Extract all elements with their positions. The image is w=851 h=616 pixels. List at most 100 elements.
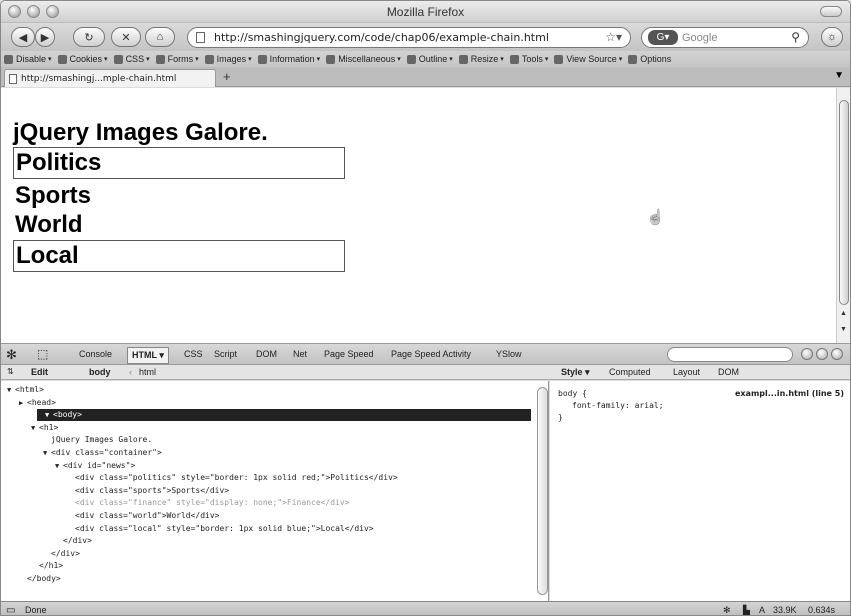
tab-example-chain[interactable]: http://smashingj...mple-chain.html bbox=[4, 69, 216, 87]
page-scrollbar[interactable]: ▲ ▼ bbox=[836, 88, 850, 343]
side-tab-computed[interactable]: Computed bbox=[609, 367, 651, 377]
inspect-element-icon[interactable]: ⬚ bbox=[37, 347, 48, 361]
firebug-status-icon[interactable]: ✻ bbox=[723, 605, 731, 615]
html-panel-scrollbar[interactable] bbox=[537, 387, 548, 595]
page-favicon-icon bbox=[9, 74, 17, 84]
browser-window: Mozilla Firefox ◀ ▶ ↻ ✕ ⌂ http://smashin… bbox=[0, 0, 851, 616]
tab-yslow[interactable]: YSlow bbox=[496, 349, 522, 359]
tree-node[interactable]: jQuery Images Galore. bbox=[43, 434, 152, 446]
tree-node-text: <div class="container"> bbox=[51, 448, 162, 457]
tree-node[interactable]: </div> bbox=[55, 535, 92, 547]
tab-page-speed[interactable]: Page Speed bbox=[324, 349, 374, 359]
breadcrumb-body[interactable]: body bbox=[89, 367, 111, 377]
tree-node[interactable]: <div class="sports">Sports</div> bbox=[67, 485, 229, 497]
tree-node[interactable]: </body> bbox=[19, 573, 61, 585]
collapse-arrow-icon[interactable]: ▼ bbox=[55, 460, 63, 472]
toolbar-toggle-button[interactable] bbox=[820, 6, 842, 17]
firebug-bug-icon[interactable]: ✻ bbox=[6, 347, 17, 363]
css-declaration[interactable]: font-family: arial; bbox=[572, 401, 664, 410]
yslow-status-icon[interactable]: ▙ bbox=[743, 605, 750, 615]
search-engine-icon[interactable]: G▾ bbox=[648, 30, 678, 45]
status-panel-icon[interactable]: ▭ bbox=[6, 605, 15, 615]
back-arrow-icon: ◀ bbox=[18, 31, 28, 44]
tree-node[interactable]: </h1> bbox=[31, 560, 63, 572]
scroll-down-arrow-icon[interactable]: ▼ bbox=[840, 326, 847, 333]
devtool-css[interactable]: CSS ▾ bbox=[113, 54, 150, 64]
side-tab-layout[interactable]: Layout bbox=[673, 367, 700, 377]
collapse-arrow-icon[interactable]: ▼ bbox=[31, 422, 39, 434]
tree-node[interactable]: </div> bbox=[43, 548, 80, 560]
devtool-outline[interactable]: Outline ▾ bbox=[406, 54, 453, 64]
tree-node[interactable]: ▼ <html> bbox=[7, 384, 44, 396]
devtool-options[interactable]: Options bbox=[628, 54, 671, 64]
side-tab-dom[interactable]: DOM bbox=[718, 367, 739, 377]
tree-node-text: </h1> bbox=[39, 561, 64, 571]
home-button[interactable]: ⌂ bbox=[145, 27, 175, 47]
dropdown-arrow-icon: ▾ bbox=[104, 56, 108, 63]
extension-button[interactable]: ☼ bbox=[821, 27, 843, 47]
firebug-subbar: ⇅ Edit body ‹ html Style ▾ Computed Layo… bbox=[1, 365, 850, 380]
new-tab-button[interactable]: + bbox=[223, 69, 231, 84]
url-text: http://smashingjquery.com/code/chap06/ex… bbox=[214, 31, 549, 44]
firebug-close-button[interactable] bbox=[831, 348, 843, 360]
window-title: Mozilla Firefox bbox=[386, 5, 465, 19]
devtool-forms[interactable]: Forms ▾ bbox=[155, 54, 199, 64]
dropdown-arrow-icon: ▾ bbox=[397, 56, 401, 63]
scroll-up-arrow-icon[interactable]: ▲ bbox=[840, 310, 847, 317]
web-developer-toolbar: Disable ▾ Cookies ▾ CSS ▾ Forms ▾ Images ▾ Informa… bbox=[1, 51, 850, 67]
collapse-arrow-icon[interactable]: ▼ bbox=[7, 384, 15, 396]
forward-arrow-icon: ▶ bbox=[40, 31, 50, 44]
tab-page-speed-activity[interactable]: Page Speed Activity bbox=[391, 349, 471, 359]
tab-list-icon[interactable]: ▼ bbox=[834, 70, 844, 81]
tree-node[interactable]: <div class="world">World</div> bbox=[67, 510, 220, 522]
devtool-resize[interactable]: Resize ▾ bbox=[458, 54, 504, 64]
style-source-link[interactable]: exampl...in.html (line 5) bbox=[735, 389, 844, 398]
devtool-tools[interactable]: Tools ▾ bbox=[509, 54, 548, 64]
status-text: Done bbox=[25, 605, 47, 615]
search-icon[interactable]: ⚲ bbox=[791, 30, 800, 44]
devtool-cookies[interactable]: Cookies ▾ bbox=[57, 54, 108, 64]
inspect-sub-icon[interactable]: ⇅ bbox=[7, 367, 14, 376]
devtool-disable[interactable]: Disable ▾ bbox=[4, 54, 52, 64]
firebug-minimize-button[interactable] bbox=[801, 348, 813, 360]
edit-button[interactable]: Edit bbox=[31, 367, 48, 377]
page-scrollbar-thumb[interactable] bbox=[839, 100, 849, 305]
collapse-arrow-icon[interactable]: ▼ bbox=[43, 447, 51, 459]
firebug-toolbar: ✻ ⬚ Console HTML ▾ CSS Script DOM Net Pa… bbox=[1, 343, 850, 365]
tree-node[interactable]: ▼ <h1> bbox=[31, 422, 58, 434]
devtool-miscellaneous[interactable]: Miscellaneous ▾ bbox=[326, 54, 401, 64]
firebug-search-input[interactable] bbox=[667, 347, 793, 362]
tab-net[interactable]: Net bbox=[293, 349, 307, 359]
search-bar[interactable]: G▾ Google ⚲ bbox=[641, 27, 809, 48]
tree-node[interactable]: <div class="finance" style="display: non… bbox=[67, 497, 350, 509]
tree-node[interactable]: ▼ <div class="container"> bbox=[43, 447, 162, 459]
tree-node[interactable]: <div class="politics" style="border: 1px… bbox=[67, 472, 398, 484]
tab-dom[interactable]: DOM bbox=[256, 349, 277, 359]
tab-script[interactable]: Script bbox=[214, 349, 237, 359]
side-tab-style[interactable]: Style ▾ bbox=[561, 367, 590, 378]
reload-button[interactable]: ↻ bbox=[73, 27, 105, 47]
forward-button[interactable]: ▶ bbox=[35, 27, 55, 47]
tree-node[interactable]: <div class="local" style="border: 1px so… bbox=[67, 523, 374, 535]
tab-html[interactable]: HTML ▾ bbox=[127, 347, 169, 364]
tab-css[interactable]: CSS bbox=[184, 349, 203, 359]
tree-node[interactable]: ▼ <div id="news"> bbox=[55, 460, 135, 472]
tree-node-selected[interactable]: ▼ <body> bbox=[37, 409, 531, 422]
devtool-images[interactable]: Images ▾ bbox=[204, 54, 252, 64]
devtool-view-source[interactable]: View Source ▾ bbox=[554, 54, 622, 64]
back-button[interactable]: ◀ bbox=[11, 27, 35, 47]
tree-node-text: <div class="local" style="border: 1px so… bbox=[75, 523, 374, 533]
devtool-information[interactable]: Information ▾ bbox=[257, 54, 321, 64]
breadcrumb-html[interactable]: html bbox=[139, 367, 156, 377]
firebug-detach-button[interactable] bbox=[816, 348, 828, 360]
url-bar[interactable]: http://smashingjquery.com/code/chap06/ex… bbox=[187, 27, 631, 48]
stop-button[interactable]: ✕ bbox=[111, 27, 141, 47]
collapse-arrow-icon[interactable]: ▼ bbox=[45, 409, 53, 421]
expand-arrow-icon[interactable]: ▶ bbox=[19, 397, 27, 409]
tree-node-text: <body> bbox=[53, 410, 82, 420]
tree-node[interactable]: ▶ <head> bbox=[19, 397, 56, 409]
tab-console[interactable]: Console bbox=[79, 349, 112, 359]
devtool-label: Options bbox=[640, 54, 672, 64]
bookmark-star-icon[interactable]: ☆▾ bbox=[605, 30, 622, 44]
dropdown-arrow-icon: ▾ bbox=[316, 56, 321, 63]
